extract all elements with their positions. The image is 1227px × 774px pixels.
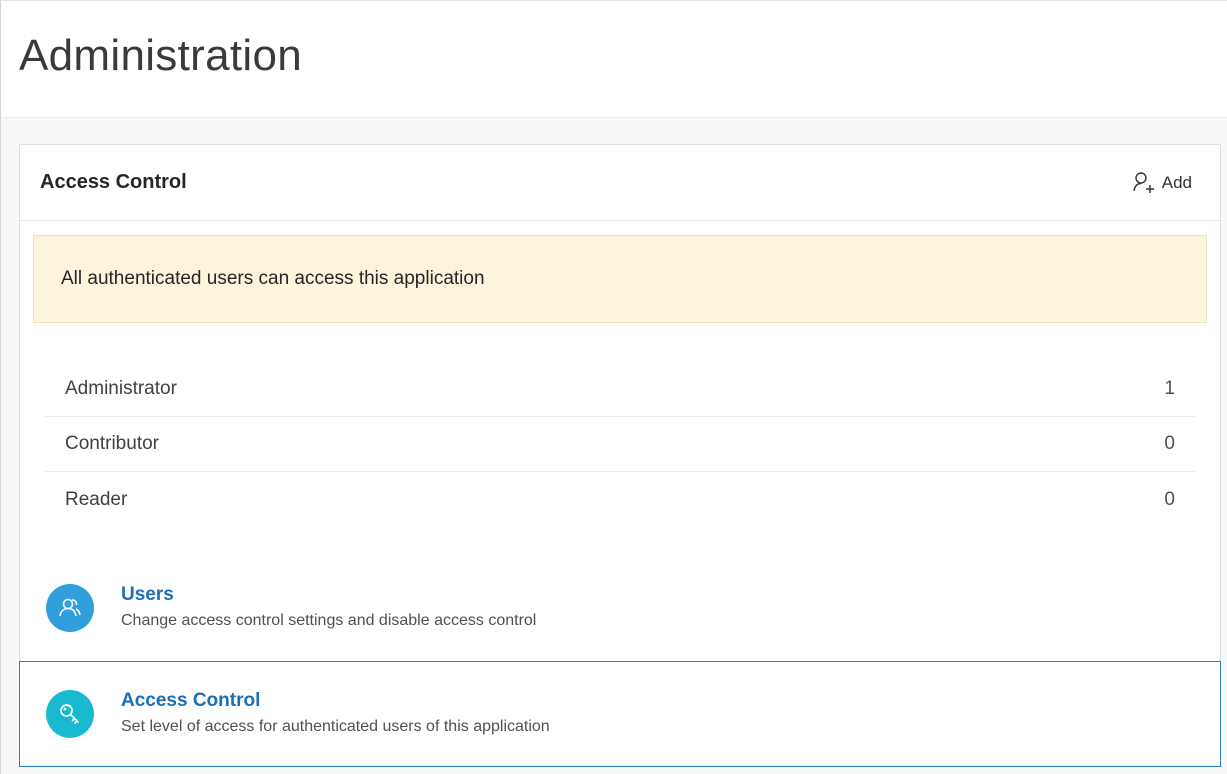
role-item-reader[interactable]: Reader 0 bbox=[45, 472, 1195, 527]
key-icon bbox=[46, 690, 94, 738]
role-count: 1 bbox=[1164, 378, 1175, 399]
users-nav-description: Change access control settings and disab… bbox=[121, 612, 537, 629]
users-nav-title[interactable]: Users bbox=[121, 584, 536, 606]
users-nav-card[interactable]: Users Change access control settings and… bbox=[19, 554, 1221, 662]
access-control-nav-card[interactable]: Access Control Set level of access for a… bbox=[19, 661, 1221, 767]
add-button[interactable]: Add bbox=[1126, 167, 1198, 199]
role-item-contributor[interactable]: Contributor 0 bbox=[45, 417, 1195, 472]
add-button-label: Add bbox=[1161, 172, 1192, 192]
access-control-nav-text: Access Control Set level of access for a… bbox=[121, 690, 550, 736]
access-alert: All authenticated users can access this … bbox=[33, 235, 1207, 323]
role-name: Contributor bbox=[65, 433, 159, 454]
region-header: Access Control Add bbox=[20, 145, 1220, 221]
role-item-administrator[interactable]: Administrator 1 bbox=[45, 362, 1195, 417]
role-list: Administrator 1 Contributor 0 Reader 0 bbox=[45, 362, 1195, 527]
key-glyph bbox=[60, 704, 79, 724]
access-control-region: Access Control Add All authenticated use… bbox=[19, 144, 1221, 555]
users-icon bbox=[46, 584, 94, 632]
access-control-nav-title[interactable]: Access Control bbox=[121, 690, 550, 712]
access-control-nav-description: Set level of access for authenticated us… bbox=[121, 718, 550, 735]
role-count: 0 bbox=[1164, 488, 1175, 510]
users-nav-text: Users Change access control settings and… bbox=[121, 584, 536, 630]
role-name: Administrator bbox=[65, 378, 177, 399]
add-user-icon bbox=[1133, 171, 1154, 193]
users-glyph bbox=[59, 598, 81, 617]
region-title: Access Control bbox=[40, 171, 187, 193]
role-name: Reader bbox=[65, 488, 128, 510]
page: Administration Access Control Add All au… bbox=[0, 0, 1227, 774]
role-count: 0 bbox=[1164, 433, 1175, 454]
title-bar: Administration bbox=[1, 1, 1227, 118]
page-title: Administration bbox=[19, 31, 302, 80]
